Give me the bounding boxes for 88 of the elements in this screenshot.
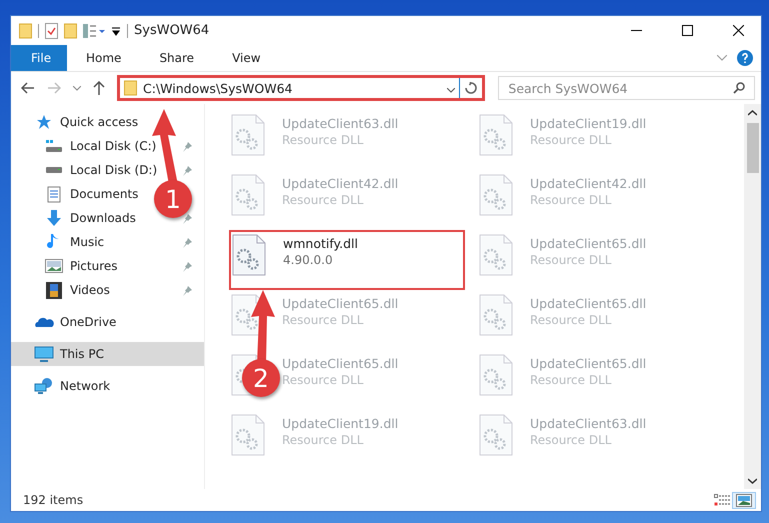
pictures-icon xyxy=(45,259,63,273)
expand-ribbon-icon[interactable] xyxy=(717,55,727,61)
network-icon xyxy=(34,377,54,395)
window-title: SysWOW64 xyxy=(134,23,210,38)
file-name: UpdateClient65.dll xyxy=(530,236,646,251)
nav-item[interactable]: Local Disk (C:) xyxy=(11,134,158,158)
cloud-icon xyxy=(34,316,54,328)
chevron-up-icon xyxy=(748,110,757,116)
file-gears-icon xyxy=(232,234,266,276)
monitor-icon xyxy=(34,346,54,362)
document-icon xyxy=(47,186,61,202)
download-icon xyxy=(45,209,63,227)
file-name: UpdateClient65.dll xyxy=(530,296,646,311)
file-description: Resource DLL xyxy=(282,133,364,147)
address-path: C:\Windows\SysWOW64 xyxy=(143,80,292,96)
file-name: UpdateClient65.dll xyxy=(282,296,398,311)
file-description: Resource DLL xyxy=(530,433,612,447)
search-icon[interactable] xyxy=(733,82,745,94)
refresh-icon xyxy=(465,82,478,94)
nav-item[interactable]: OneDrive xyxy=(11,310,118,334)
ribbon-tab[interactable]: Share xyxy=(140,45,214,71)
file-name: UpdateClient63.dll xyxy=(282,116,398,131)
maximize-icon xyxy=(682,25,693,36)
file-gears-icon xyxy=(231,414,265,456)
file-name: UpdateClient19.dll xyxy=(530,116,646,131)
customize-caret-icon[interactable] xyxy=(111,26,121,36)
nav-item[interactable]: Quick access xyxy=(11,110,140,134)
drive-icon xyxy=(46,167,62,173)
folder-icon xyxy=(19,22,32,38)
ribbon-tab[interactable]: File xyxy=(11,45,67,71)
music-note-icon xyxy=(47,233,61,251)
file-gears-icon xyxy=(231,174,265,216)
nav-item[interactable]: Pictures xyxy=(11,254,120,278)
folder-icon xyxy=(124,80,137,96)
nav-item[interactable]: This PC xyxy=(11,342,204,366)
file-item[interactable]: wmnotify.dll 4.90.0.0 xyxy=(229,230,465,290)
large-icons-view-button[interactable] xyxy=(733,492,755,508)
file-name: wmnotify.dll xyxy=(283,236,358,251)
drive-icon xyxy=(45,139,63,153)
nav-item[interactable]: Local Disk (D:) xyxy=(11,158,160,182)
step-number: 2 xyxy=(242,359,280,397)
nav-item[interactable]: Downloads xyxy=(11,206,138,230)
minimize-icon xyxy=(631,30,642,31)
close-icon xyxy=(733,25,744,36)
file-name: UpdateClient63.dll xyxy=(530,416,646,431)
view-dropdown-icon[interactable] xyxy=(83,24,105,38)
details-view-button[interactable] xyxy=(711,492,733,508)
ribbon-tab[interactable]: View xyxy=(213,45,280,71)
step-number: 1 xyxy=(154,180,192,218)
nav-item[interactable]: Music xyxy=(11,230,106,254)
nav-item[interactable]: Videos xyxy=(11,278,112,302)
file-name: UpdateClient42.dll xyxy=(530,176,646,191)
star-icon xyxy=(36,114,52,130)
address-bar[interactable]: C:\Windows\SysWOW64 xyxy=(117,75,486,101)
file-description: 4.90.0.0 xyxy=(283,253,334,267)
file-gears-icon xyxy=(479,294,513,336)
file-name: UpdateClient65.dll xyxy=(282,356,398,371)
ribbon-tab[interactable]: Home xyxy=(67,45,140,71)
file-description: Resource DLL xyxy=(530,313,612,327)
film-icon xyxy=(46,282,62,298)
pin-icon[interactable] xyxy=(182,212,193,224)
file-gears-icon xyxy=(479,114,513,156)
nav-item[interactable]: Documents xyxy=(11,182,140,206)
nav-item[interactable]: Network xyxy=(11,374,112,398)
file-description: Resource DLL xyxy=(282,193,364,207)
file-gears-icon xyxy=(479,234,513,276)
file-description: Resource DLL xyxy=(282,433,364,447)
scrollbar-thumb[interactable] xyxy=(746,123,758,173)
file-gears-icon xyxy=(479,414,513,456)
file-name: UpdateClient19.dll xyxy=(282,416,398,431)
file-name: UpdateClient65.dll xyxy=(530,356,646,371)
file-description: Resource DLL xyxy=(530,373,612,387)
chevron-down-icon xyxy=(748,478,757,484)
file-gears-icon xyxy=(479,354,513,396)
file-description: Resource DLL xyxy=(530,253,612,267)
caret-icon xyxy=(446,88,455,92)
properties-icon[interactable] xyxy=(45,22,58,38)
search-field[interactable]: Search SysWOW64 xyxy=(498,76,755,100)
file-description: Resource DLL xyxy=(282,373,364,387)
file-gears-icon xyxy=(231,114,265,156)
file-description: Resource DLL xyxy=(530,193,612,207)
file-description: Resource DLL xyxy=(282,313,364,327)
help-icon[interactable] xyxy=(737,50,753,66)
new-folder-icon xyxy=(64,22,77,38)
item-count: 192 items xyxy=(23,493,84,507)
file-gears-icon xyxy=(479,174,513,216)
file-name: UpdateClient42.dll xyxy=(282,176,398,191)
file-description: Resource DLL xyxy=(530,133,612,147)
